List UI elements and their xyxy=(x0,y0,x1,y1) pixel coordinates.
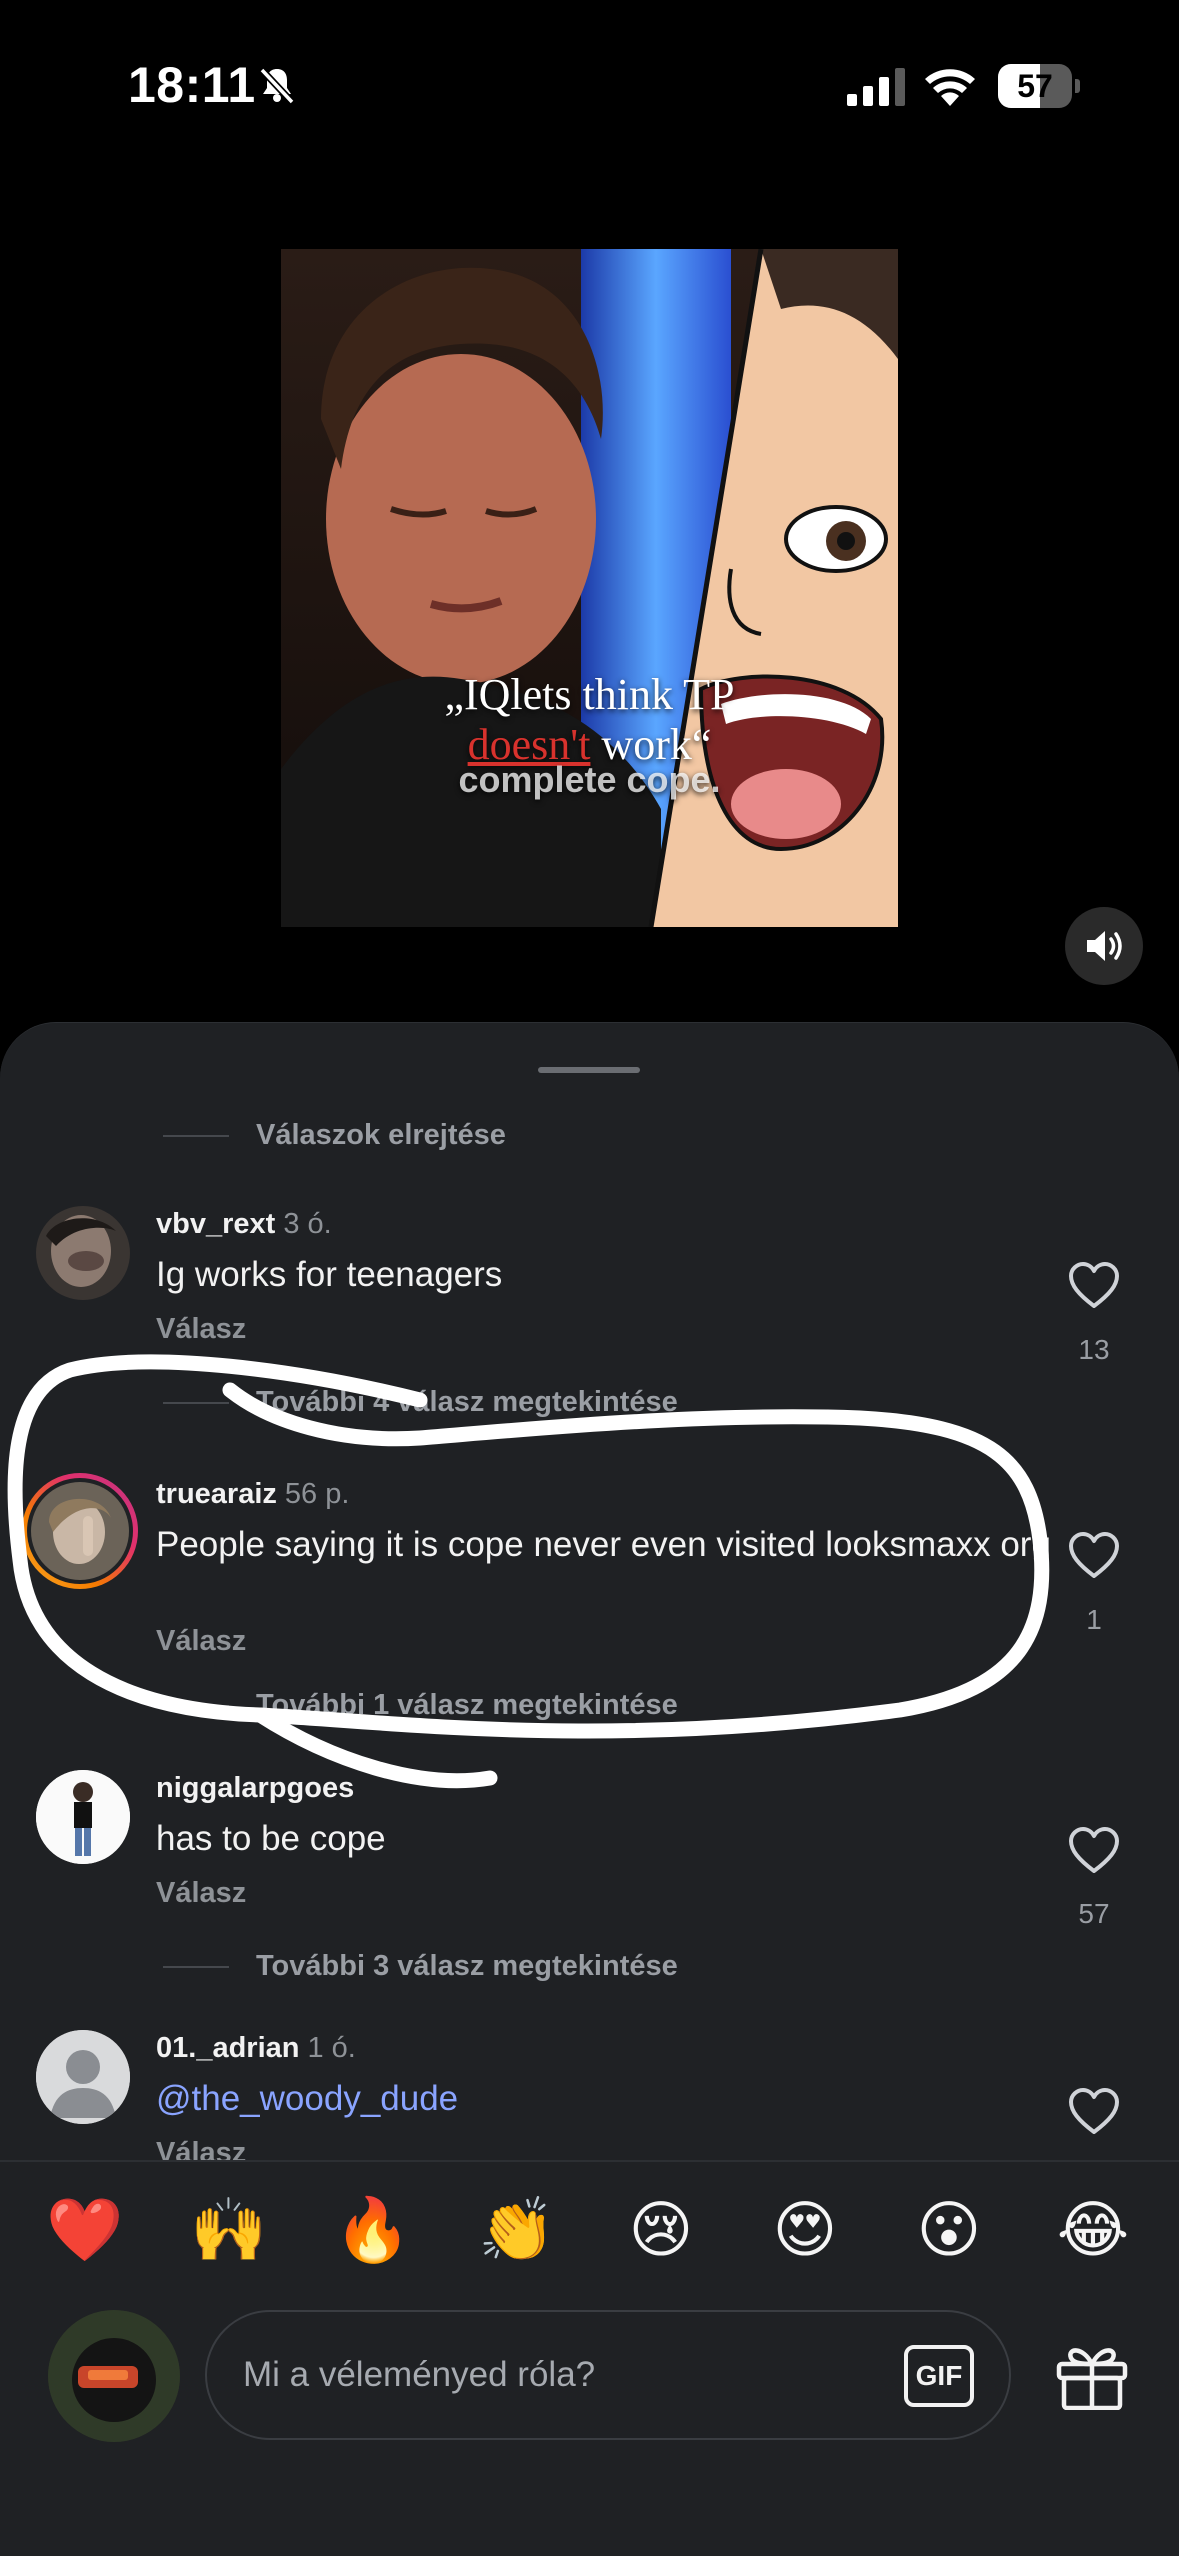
bell-muted-icon xyxy=(259,67,295,105)
status-bar: 18:11 57 xyxy=(0,0,1179,170)
emoji-crying-button[interactable]: 😢 xyxy=(621,2190,701,2270)
hide-replies-button[interactable]: Válaszok elrejtése xyxy=(256,1119,506,1152)
username-text[interactable]: 01._adrian xyxy=(156,2032,299,2064)
gift-icon[interactable] xyxy=(1053,2340,1131,2410)
like-count: 13 xyxy=(1078,1334,1110,1365)
thread-line xyxy=(163,1402,229,1404)
current-user-avatar[interactable] xyxy=(48,2310,180,2442)
speaker-icon xyxy=(1087,931,1122,961)
video-caption-line-1: „IQlets think TP xyxy=(444,670,735,719)
reply-button[interactable]: Válasz xyxy=(156,1625,246,1658)
username-text[interactable]: truearaiz xyxy=(156,1478,277,1510)
emoji-fire-button[interactable]: 🔥 xyxy=(333,2190,413,2270)
comment-mention-link[interactable]: @the_woody_dude xyxy=(156,2078,1056,2120)
gif-button[interactable]: GIF xyxy=(904,2345,974,2407)
thread-line xyxy=(163,1705,229,1707)
video-player[interactable]: „IQlets think TP doesn't work“ complete … xyxy=(281,249,898,927)
comment-input[interactable] xyxy=(243,2312,863,2438)
comment-username[interactable]: niggalarpgoes xyxy=(156,1772,354,1805)
emoji-clap-button[interactable]: 👏 xyxy=(477,2190,557,2270)
quick-emoji-row: ❤️ 🙌 🔥 👏 😢 😍 😮 😂 xyxy=(0,2190,1179,2270)
heart-icon[interactable] xyxy=(1068,1826,1120,1874)
video-frame-image xyxy=(281,249,898,927)
comment-username[interactable]: truearaiz 56 p. xyxy=(156,1478,349,1511)
sheet-grab-handle[interactable] xyxy=(538,1067,640,1073)
reply-button[interactable]: Válasz xyxy=(156,1313,246,1346)
heart-icon[interactable] xyxy=(1068,2087,1120,2135)
avatar[interactable] xyxy=(36,1206,130,1300)
emoji-heart-eyes-button[interactable]: 😍 xyxy=(765,2190,845,2270)
sound-toggle-button[interactable] xyxy=(1065,907,1143,985)
wifi-icon xyxy=(925,69,975,106)
like-count: 1 xyxy=(1086,1604,1102,1635)
view-more-replies-button[interactable]: További 3 válasz megtekintése xyxy=(256,1950,678,1983)
default-avatar[interactable] xyxy=(36,2030,130,2124)
heart-icon[interactable] xyxy=(1068,1261,1120,1309)
thread-line xyxy=(163,1966,229,1968)
view-more-replies-button[interactable]: További 4 válasz megtekintése xyxy=(256,1386,678,1419)
avatar[interactable] xyxy=(36,1770,130,1864)
username-text[interactable]: vbv_rext xyxy=(156,1208,275,1240)
thread-line xyxy=(163,1135,229,1137)
comment-input-container: GIF xyxy=(205,2310,1011,2440)
battery-indicator: 57 xyxy=(998,64,1080,108)
cellular-signal-icon xyxy=(847,68,905,106)
emoji-heart-button[interactable]: ❤️ xyxy=(45,2190,125,2270)
comment-username[interactable]: 01._adrian 1 ó. xyxy=(156,2032,356,2065)
comment-timestamp: 1 ó. xyxy=(307,2032,356,2064)
emoji-raised-hands-button[interactable]: 🙌 xyxy=(189,2190,269,2270)
emoji-surprised-button[interactable]: 😮 xyxy=(909,2190,989,2270)
battery-percent: 57 xyxy=(1017,68,1053,104)
comment-timestamp: 56 p. xyxy=(284,1478,350,1510)
comment-text: has to be cope xyxy=(156,1819,386,1858)
comment-text: People saying it is cope never even visi… xyxy=(156,1525,1051,1564)
reply-button[interactable]: Válasz xyxy=(156,1877,246,1910)
comment-text: Ig works for teenagers xyxy=(156,1255,503,1294)
view-more-replies-button[interactable]: További 1 válasz megtekintése xyxy=(256,1689,678,1722)
status-time: 18:11 xyxy=(128,57,256,113)
emoji-laughing-button[interactable]: 😂 xyxy=(1053,2190,1133,2270)
comment-username[interactable]: vbv_rext 3 ó. xyxy=(156,1208,332,1241)
username-text[interactable]: niggalarpgoes xyxy=(156,1772,354,1804)
avatar-with-story-ring[interactable] xyxy=(22,1473,138,1589)
heart-icon[interactable] xyxy=(1068,1531,1120,1579)
comment-timestamp: 3 ó. xyxy=(283,1208,332,1240)
video-caption-line-3: complete cope. xyxy=(458,759,721,800)
like-count: 57 xyxy=(1078,1898,1110,1929)
reply-button[interactable]: Válasz xyxy=(156,2137,246,2161)
